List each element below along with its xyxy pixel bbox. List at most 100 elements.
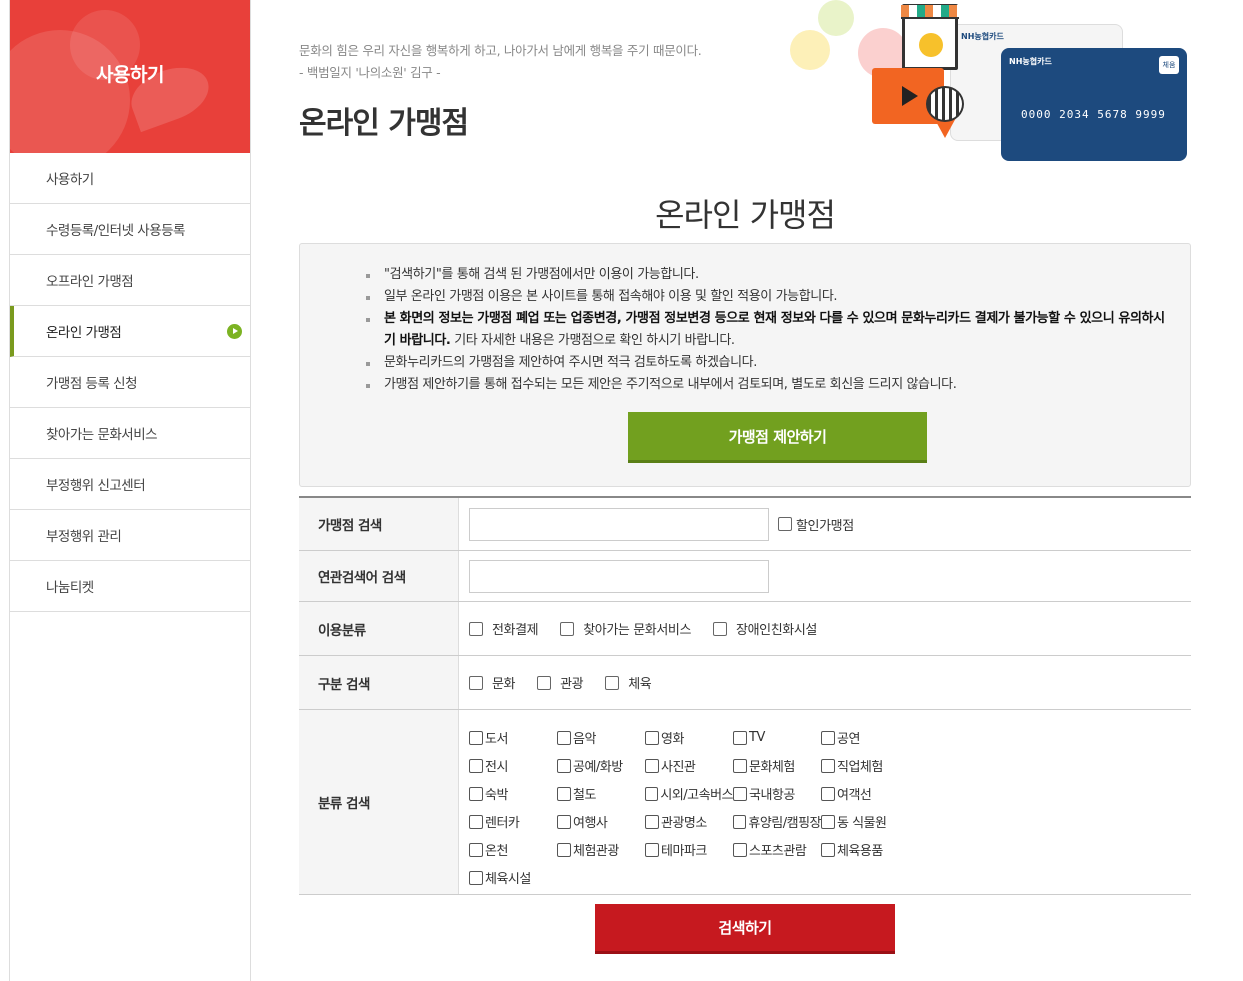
checkbox-box[interactable] bbox=[557, 730, 571, 745]
checkbox-label: 테마파크 bbox=[661, 844, 707, 859]
category-option[interactable]: 문화체험 bbox=[733, 756, 821, 775]
checkbox-box[interactable] bbox=[645, 730, 659, 745]
checkbox-box[interactable] bbox=[645, 758, 659, 773]
sidebar-item-share-ticket[interactable]: 나눔티켓 bbox=[10, 561, 250, 612]
category-option[interactable]: 체험관광 bbox=[557, 840, 645, 859]
category-option[interactable]: 직업체험 bbox=[821, 756, 913, 775]
checkbox-box[interactable] bbox=[469, 842, 483, 857]
checkbox-box[interactable] bbox=[469, 758, 483, 773]
usage-option-accessible[interactable]: 장애인친화시설 bbox=[713, 619, 817, 638]
checkbox-box[interactable] bbox=[733, 758, 747, 773]
checkbox-box[interactable] bbox=[821, 786, 835, 801]
checkbox-box[interactable] bbox=[821, 758, 835, 773]
checkbox-box[interactable] bbox=[645, 842, 659, 857]
checkbox-box[interactable] bbox=[560, 621, 575, 636]
sidebar-item-online-stores[interactable]: 온라인 가맹점 bbox=[10, 306, 250, 357]
category-option[interactable]: 사진관 bbox=[645, 756, 733, 775]
checkbox-box[interactable] bbox=[469, 786, 483, 801]
suggest-store-button[interactable]: 가맹점 제안하기 bbox=[628, 412, 927, 463]
checkbox-box[interactable] bbox=[778, 517, 792, 531]
category-option[interactable]: 온천 bbox=[469, 840, 557, 859]
checkbox-label: 공연 bbox=[837, 732, 860, 747]
checkbox-box[interactable] bbox=[733, 842, 747, 857]
checkbox-box[interactable] bbox=[733, 814, 747, 829]
category-option[interactable]: 숙박 bbox=[469, 784, 557, 803]
related-search-input[interactable] bbox=[469, 559, 769, 593]
form-row-category-search: 분류 검색 도서 음악 영화 TV 공연 전시 공예/화방 사진관 문화체험 직업체험 숙박 철도 시외… bbox=[299, 710, 1191, 895]
usage-option-phone-payment[interactable]: 전화결제 bbox=[469, 619, 539, 638]
checkbox-box[interactable] bbox=[557, 814, 571, 829]
checkbox-label: 국내항공 bbox=[749, 788, 795, 803]
category-option[interactable]: 시외/고속버스 bbox=[645, 784, 733, 803]
sidebar-item-store-application[interactable]: 가맹점 등록 신청 bbox=[10, 357, 250, 408]
discount-store-checkbox[interactable]: 할인가맹점 bbox=[778, 515, 854, 534]
checkbox-label: 전시 bbox=[485, 760, 508, 775]
usage-option-visiting-service[interactable]: 찾아가는 문화서비스 bbox=[560, 619, 691, 638]
category-option[interactable]: 공연 bbox=[821, 728, 913, 747]
checkbox-label: 체육용품 bbox=[837, 844, 883, 859]
checkbox-box[interactable] bbox=[713, 621, 728, 636]
sidebar-item-visiting-service[interactable]: 찾아가는 문화서비스 bbox=[10, 408, 250, 459]
notice-item: 일부 온라인 가맹점 이용은 본 사이트를 통해 접속해야 이용 및 할인 적용… bbox=[366, 286, 1166, 308]
category-option[interactable]: 전시 bbox=[469, 756, 557, 775]
checkbox-box[interactable] bbox=[821, 814, 835, 829]
category-option[interactable]: 테마파크 bbox=[645, 840, 733, 859]
category-option[interactable]: 공예/화방 bbox=[557, 756, 645, 775]
checkbox-box[interactable] bbox=[469, 870, 483, 885]
checkbox-box[interactable] bbox=[645, 814, 659, 829]
store-search-input[interactable] bbox=[469, 507, 769, 541]
related-search-label: 연관검색어 검색 bbox=[299, 551, 459, 601]
checkbox-box[interactable] bbox=[645, 786, 659, 801]
checkbox-box[interactable] bbox=[557, 842, 571, 857]
category-search-cell: 도서 음악 영화 TV 공연전시 공예/화방 사진관 문화체험 직업체험숙박 철도 시외/고속버스 국… bbox=[459, 710, 1191, 894]
category-option[interactable]: 관광명소 bbox=[645, 812, 733, 831]
sidebar-item-label: 부정행위 관리 bbox=[46, 529, 122, 545]
checkbox-label: 사진관 bbox=[661, 760, 696, 775]
category-option[interactable]: 국내항공 bbox=[733, 784, 821, 803]
category-option[interactable]: 철도 bbox=[557, 784, 645, 803]
checkbox-box[interactable] bbox=[469, 730, 483, 745]
checkbox-box[interactable] bbox=[537, 675, 552, 690]
notice-item: 본 화면의 정보는 가맹점 폐업 또는 업종변경, 가맹점 정보변경 등으로 현… bbox=[366, 308, 1166, 352]
form-row-usage-category: 이용분류 전화결제 찾아가는 문화서비스 장애인친화시설 bbox=[299, 602, 1191, 656]
page-title: 온라인 가맹점 bbox=[299, 106, 469, 141]
sidebar-item-fraud-report[interactable]: 부정행위 신고센터 bbox=[10, 459, 250, 510]
division-option-culture[interactable]: 문화 bbox=[469, 673, 516, 692]
sidebar-item-registration[interactable]: 수령등록/인터넷 사용등록 bbox=[10, 204, 250, 255]
checkbox-box[interactable] bbox=[469, 621, 483, 636]
category-option[interactable]: 렌터카 bbox=[469, 812, 557, 831]
category-option[interactable]: 체육시설 bbox=[469, 868, 557, 887]
division-option-tourism[interactable]: 관광 bbox=[537, 673, 584, 692]
category-option[interactable]: 여행사 bbox=[557, 812, 645, 831]
category-option[interactable]: 체육용품 bbox=[821, 840, 913, 859]
card-badge: 체움 bbox=[1159, 56, 1179, 74]
checkbox-box[interactable] bbox=[469, 814, 483, 829]
checkbox-box[interactable] bbox=[821, 730, 835, 745]
checkbox-box[interactable] bbox=[557, 758, 571, 773]
category-option[interactable]: TV bbox=[733, 728, 821, 747]
search-button[interactable]: 검색하기 bbox=[595, 904, 895, 954]
notice-box: "검색하기"를 통해 검색 된 가맹점에서만 이용이 가능합니다. 일부 온라인… bbox=[299, 243, 1191, 487]
card-brand: NH농협카드 bbox=[1009, 57, 1052, 66]
checkbox-box[interactable] bbox=[605, 675, 620, 690]
sidebar-item-offline-stores[interactable]: 오프라인 가맹점 bbox=[10, 255, 250, 306]
checkbox-box[interactable] bbox=[557, 786, 571, 801]
sidebar-menu: 사용하기 수령등록/인터넷 사용등록 오프라인 가맹점 온라인 가맹점 가맹점 … bbox=[10, 153, 250, 612]
category-option[interactable]: 도서 bbox=[469, 728, 557, 747]
category-option[interactable]: 음악 bbox=[557, 728, 645, 747]
checkbox-box[interactable] bbox=[469, 675, 483, 690]
category-option[interactable]: 동 식물원 bbox=[821, 812, 913, 831]
division-option-sports[interactable]: 체육 bbox=[605, 673, 652, 692]
sidebar-item-fraud-management[interactable]: 부정행위 관리 bbox=[10, 510, 250, 561]
category-option[interactable]: 스포츠관람 bbox=[733, 840, 821, 859]
decor-circle bbox=[790, 30, 830, 70]
sidebar-item-label: 수령등록/인터넷 사용등록 bbox=[46, 223, 185, 239]
quote-line: 문화의 힘은 우리 자신을 행복하게 하고, 나아가서 남에게 행복을 주기 때… bbox=[299, 43, 702, 58]
checkbox-box[interactable] bbox=[733, 786, 747, 801]
category-option[interactable]: 여객선 bbox=[821, 784, 913, 803]
checkbox-box[interactable] bbox=[821, 842, 835, 857]
category-option[interactable]: 영화 bbox=[645, 728, 733, 747]
checkbox-box[interactable] bbox=[733, 730, 747, 745]
category-option[interactable]: 휴양림/캠핑장 bbox=[733, 812, 821, 831]
sidebar-item-usage[interactable]: 사용하기 bbox=[10, 153, 250, 204]
